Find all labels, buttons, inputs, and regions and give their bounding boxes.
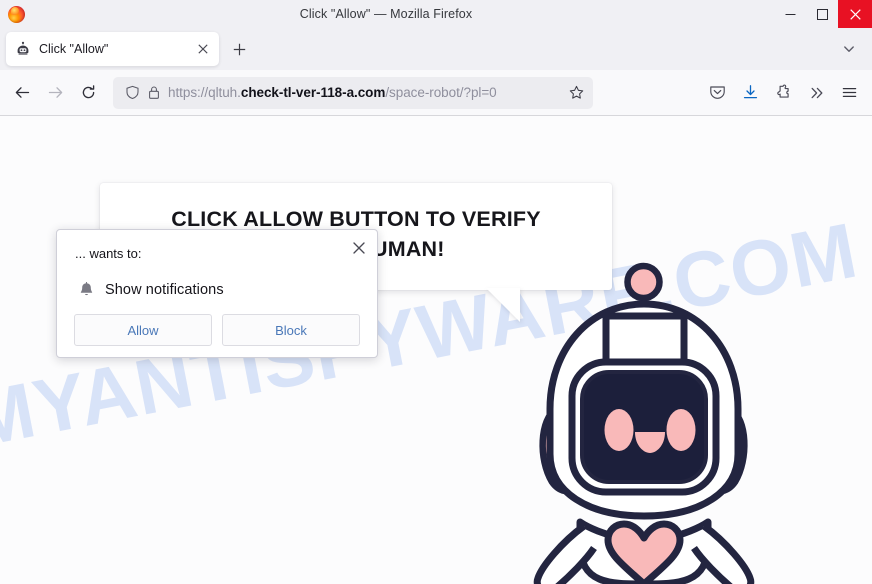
- popup-origin-label: ... wants to:: [75, 246, 142, 261]
- window-title: Click "Allow" — Mozilla Firefox: [299, 7, 473, 21]
- downloads-icon[interactable]: [734, 77, 767, 109]
- forward-button[interactable]: [39, 77, 72, 109]
- bookmark-star-icon[interactable]: [565, 82, 587, 104]
- list-all-tabs-chevron-down-icon[interactable]: [834, 34, 864, 64]
- reload-button[interactable]: [72, 77, 105, 109]
- pocket-icon[interactable]: [701, 77, 734, 109]
- popup-request-label: Show notifications: [105, 282, 224, 298]
- window-titlebar: Click "Allow" — Mozilla Firefox: [0, 0, 872, 28]
- url-domain: check-tl-ver-118-a.com: [240, 85, 386, 100]
- window-controls: [774, 0, 872, 28]
- lock-icon[interactable]: [143, 83, 165, 103]
- popup-close-icon[interactable]: [346, 235, 372, 261]
- url-prefix: https://qltuh.: [168, 85, 241, 100]
- app-menu-icon[interactable]: [833, 77, 866, 109]
- url-path: /space-robot/?pl=0: [385, 85, 497, 100]
- navigation-toolbar: https://qltuh.check-tl-ver-118-a.com/spa…: [0, 70, 872, 116]
- url-text[interactable]: https://qltuh.check-tl-ver-118-a.com/spa…: [168, 85, 565, 100]
- speech-bubble-tail: [486, 288, 520, 322]
- browser-tab[interactable]: Click "Allow": [6, 32, 219, 66]
- allow-button[interactable]: Allow: [74, 314, 212, 346]
- back-button[interactable]: [6, 77, 39, 109]
- url-bar[interactable]: https://qltuh.check-tl-ver-118-a.com/spa…: [113, 76, 593, 109]
- maximize-icon[interactable]: [806, 0, 838, 28]
- close-icon[interactable]: [838, 0, 872, 28]
- new-tab-button[interactable]: [224, 34, 254, 64]
- robot-favicon: [15, 41, 31, 57]
- tab-title: Click "Allow": [39, 42, 109, 56]
- popup-action-buttons: Allow Block: [74, 314, 360, 346]
- space-robot-mascot: [528, 254, 784, 584]
- page-content-area: MYANTISPYWARE.COM CLICK ALLOW BUTTON TO …: [0, 116, 872, 584]
- bell-icon: [75, 280, 97, 300]
- tab-strip: Click "Allow": [0, 28, 872, 70]
- overflow-chevrons-icon[interactable]: [800, 77, 833, 109]
- notification-permission-popup: ... wants to: Show notifications Allow B…: [56, 229, 378, 358]
- minimize-icon[interactable]: [774, 0, 806, 28]
- block-button[interactable]: Block: [222, 314, 360, 346]
- firefox-browser-window: Click "Allow" — Mozilla Firefox Click "A…: [0, 0, 872, 584]
- shield-icon[interactable]: [121, 83, 143, 103]
- popup-request-row: Show notifications: [75, 280, 224, 300]
- extensions-puzzle-icon[interactable]: [767, 77, 800, 109]
- tab-close-icon[interactable]: [193, 39, 213, 59]
